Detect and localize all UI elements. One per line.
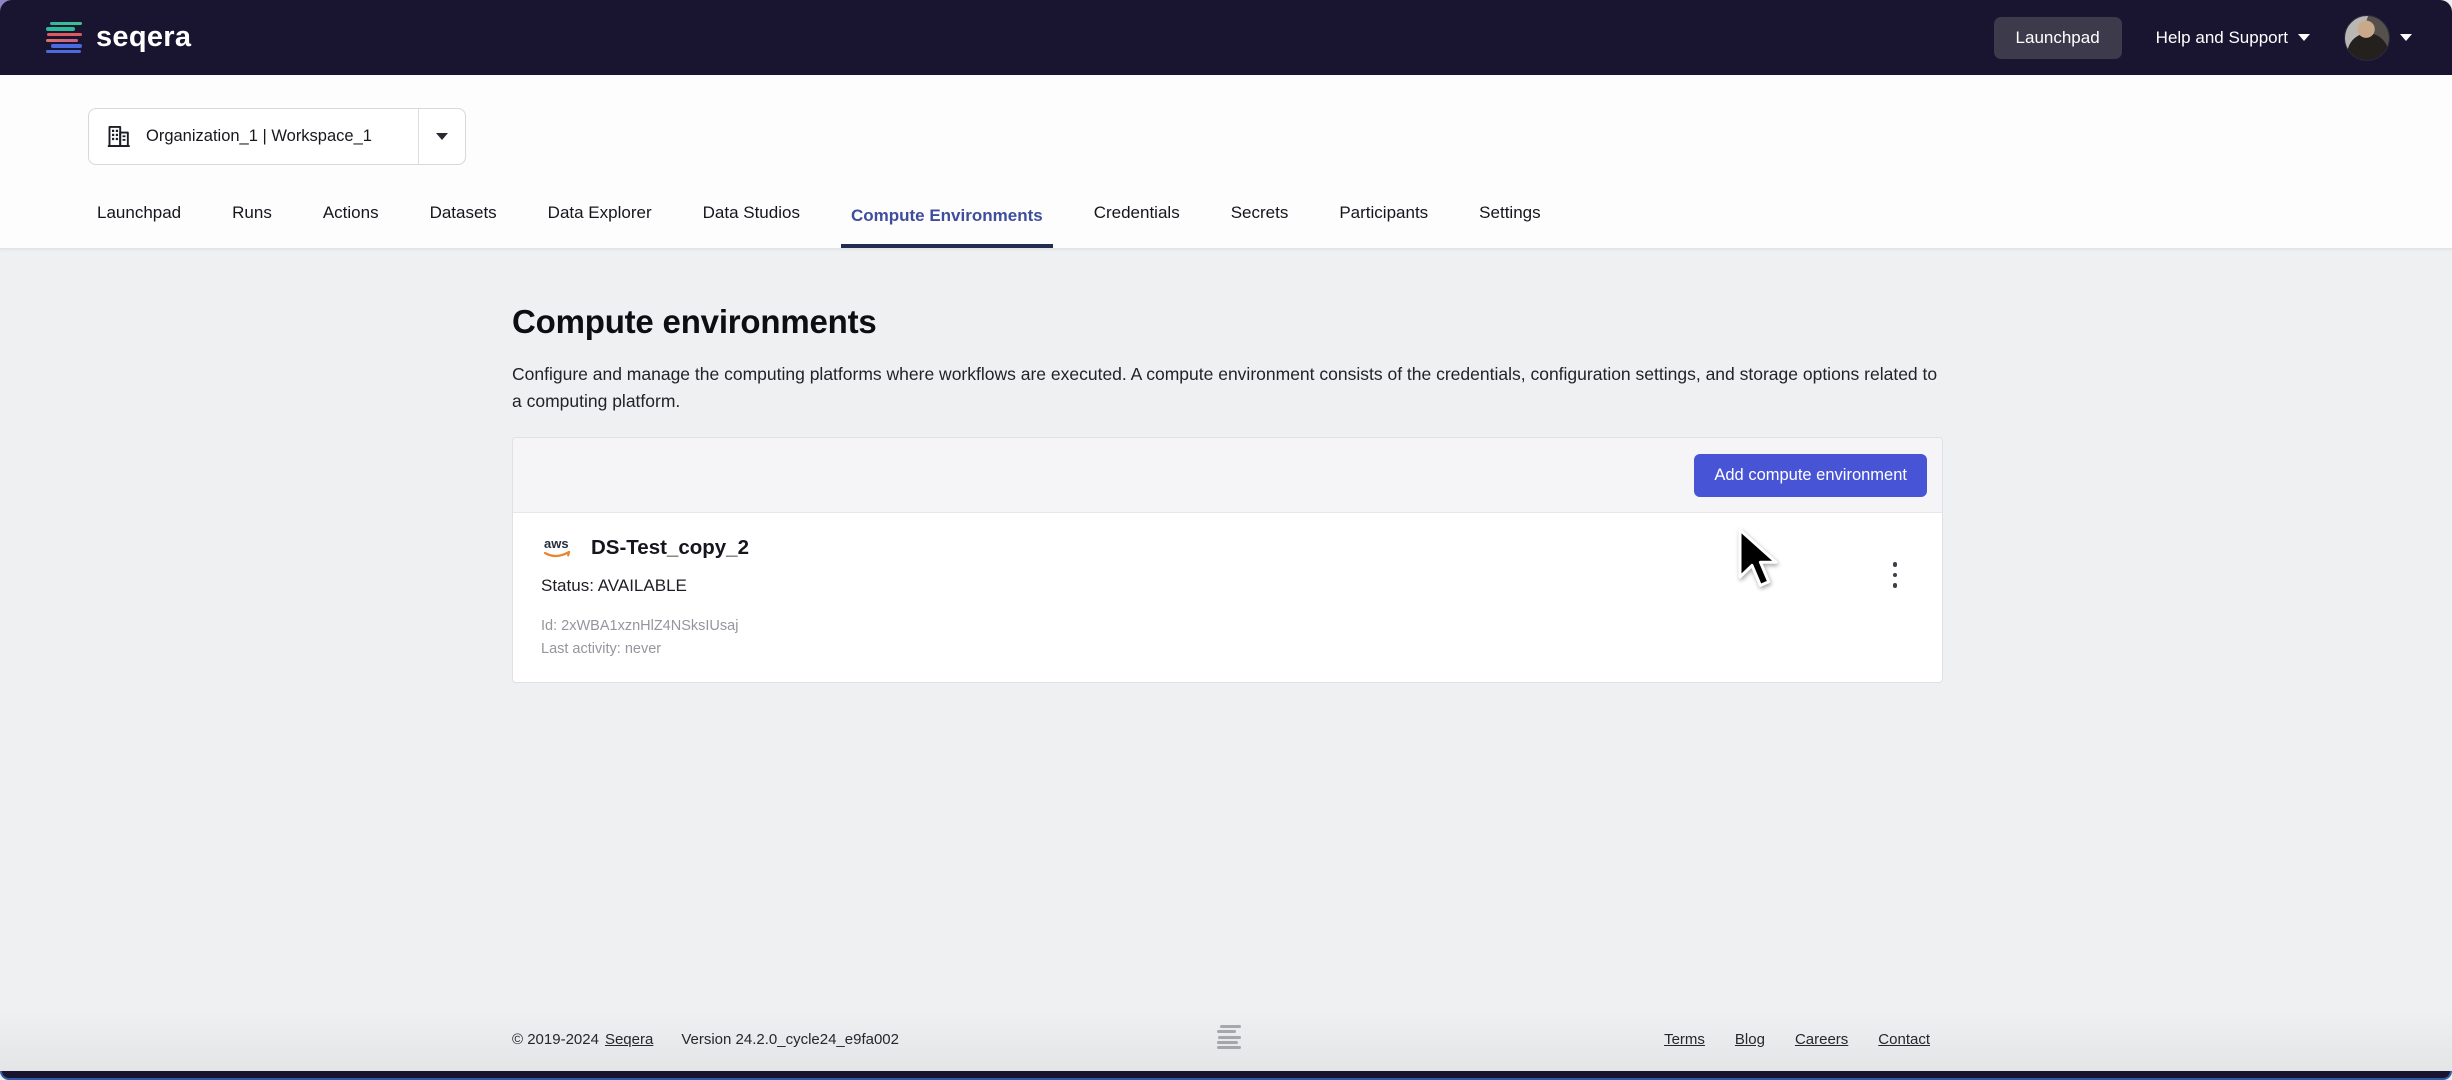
- tab-settings[interactable]: Settings: [1477, 203, 1542, 248]
- tab-participants[interactable]: Participants: [1337, 203, 1430, 248]
- page-header: Organization_1 | Workspace_1 Launchpad R…: [0, 75, 2452, 249]
- topbar-right-group: Launchpad Help and Support: [1994, 15, 2412, 61]
- environment-title-row: aws DS-Test_copy_2: [541, 535, 1912, 561]
- tab-credentials[interactable]: Credentials: [1092, 203, 1182, 248]
- user-menu[interactable]: [2344, 15, 2412, 61]
- avatar[interactable]: [2344, 15, 2390, 61]
- seqera-app-window: seqera Launchpad Help and Support: [0, 0, 2452, 1080]
- status-value: AVAILABLE: [598, 576, 687, 595]
- seqera-footer-mark-icon: [1217, 1025, 1241, 1049]
- window-bottom-edge: [0, 1071, 2452, 1080]
- vertical-ellipsis-icon: [1893, 562, 1898, 567]
- caret-down-icon: [2400, 34, 2412, 41]
- last-activity-value: never: [625, 641, 661, 657]
- footer-links: Terms Blog Careers Contact: [1664, 1031, 1930, 1048]
- workspace-tabs: Launchpad Runs Actions Datasets Data Exp…: [95, 203, 1543, 248]
- id-value: 2xWBA1xznHlZ4NSksIUsaj: [561, 618, 738, 634]
- compute-environments-panel: Add compute environment aws DS-Test_copy…: [512, 437, 1943, 683]
- caret-down-icon: [2298, 34, 2310, 41]
- blog-link[interactable]: Blog: [1735, 1031, 1765, 1048]
- brand-name: seqera: [96, 21, 191, 54]
- environment-status: Status: AVAILABLE: [541, 576, 1912, 596]
- environment-id: Id: 2xWBA1xznHlZ4NSksIUsaj: [541, 618, 1912, 634]
- tab-actions[interactable]: Actions: [321, 203, 381, 248]
- page-description: Configure and manage the computing platf…: [512, 361, 1940, 415]
- page-title: Compute environments: [512, 303, 877, 341]
- compute-environment-row[interactable]: aws DS-Test_copy_2 Status: AVAILABLE Id:…: [513, 513, 1942, 657]
- tab-compute-environments[interactable]: Compute Environments: [841, 206, 1053, 248]
- environment-last-activity: Last activity: never: [541, 641, 1912, 657]
- top-navbar: seqera Launchpad Help and Support: [0, 0, 2452, 75]
- seqera-footer-link[interactable]: Seqera: [605, 1031, 653, 1048]
- caret-down-icon: [436, 133, 448, 140]
- footer-left-group: © 2019-2024 Seqera Version 24.2.0_cycle2…: [512, 1031, 899, 1048]
- panel-toolbar: Add compute environment: [513, 438, 1942, 513]
- version-text: Version 24.2.0_cycle24_e9fa002: [681, 1031, 899, 1048]
- footer: © 2019-2024 Seqera Version 24.2.0_cycle2…: [0, 1009, 2452, 1071]
- tab-launchpad[interactable]: Launchpad: [95, 203, 183, 248]
- workspace-selector[interactable]: Organization_1 | Workspace_1: [88, 108, 466, 165]
- help-and-support-menu[interactable]: Help and Support: [2156, 28, 2310, 48]
- seqera-s-mark-icon: [46, 22, 82, 54]
- contact-link[interactable]: Contact: [1878, 1031, 1930, 1048]
- workspace-selector-label: Organization_1 | Workspace_1: [146, 127, 418, 146]
- svg-text:aws: aws: [544, 536, 569, 551]
- add-compute-environment-button[interactable]: Add compute environment: [1694, 454, 1927, 497]
- seqera-logo[interactable]: seqera: [46, 21, 191, 54]
- tab-datasets[interactable]: Datasets: [428, 203, 499, 248]
- tab-data-explorer[interactable]: Data Explorer: [546, 203, 654, 248]
- last-activity-label: Last activity:: [541, 641, 621, 657]
- tab-data-studios[interactable]: Data Studios: [701, 203, 802, 248]
- status-label: Status:: [541, 576, 594, 595]
- launchpad-button[interactable]: Launchpad: [1994, 17, 2122, 59]
- careers-link[interactable]: Careers: [1795, 1031, 1848, 1048]
- environment-options-menu-button[interactable]: [1880, 553, 1910, 597]
- aws-logo-icon: aws: [541, 535, 579, 561]
- organization-icon: [105, 123, 132, 150]
- copyright-text: © 2019-2024 Seqera: [512, 1031, 653, 1048]
- environment-name-link[interactable]: DS-Test_copy_2: [591, 536, 749, 560]
- terms-link[interactable]: Terms: [1664, 1031, 1705, 1048]
- tab-runs[interactable]: Runs: [230, 203, 274, 248]
- id-label: Id:: [541, 618, 557, 634]
- help-and-support-label: Help and Support: [2156, 28, 2288, 48]
- tab-secrets[interactable]: Secrets: [1229, 203, 1291, 248]
- workspace-selector-caret[interactable]: [419, 133, 465, 140]
